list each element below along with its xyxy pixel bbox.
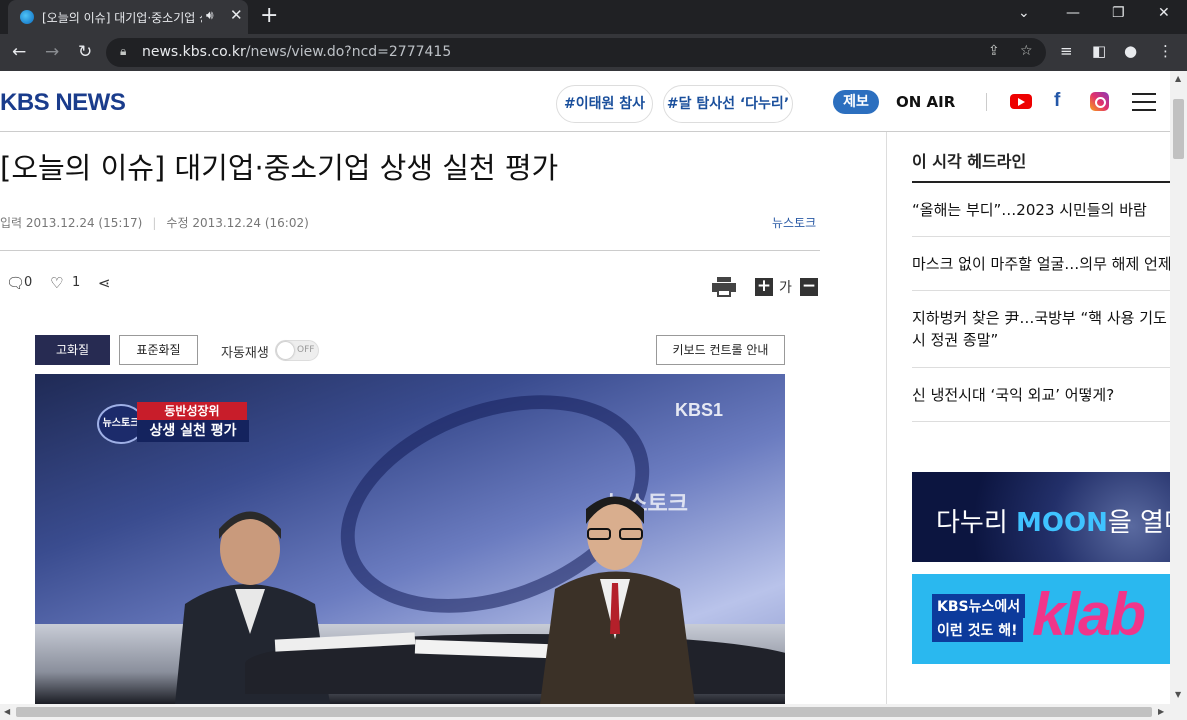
speaker-icon[interactable]: 🔊︎ (206, 8, 214, 23)
headline-divider (912, 421, 1170, 422)
hamburger-menu-icon[interactable] (1132, 93, 1156, 111)
headline-link[interactable]: 신 냉전시대 ‘국익 외교’ 어떻게? (912, 384, 1170, 406)
header-divider (986, 93, 987, 111)
youtube-icon[interactable] (1010, 94, 1032, 109)
new-tab-icon[interactable]: + (260, 3, 278, 28)
like-count[interactable]: 1 (72, 275, 80, 290)
video-caption: 뉴스토크 동반성장위 상생 실천 평가 (97, 402, 249, 444)
headline-divider (912, 290, 1170, 291)
back-arrow-icon[interactable]: ← (12, 42, 26, 62)
scroll-left-arrow-icon[interactable]: ◀ (4, 707, 10, 716)
scroll-right-arrow-icon[interactable]: ▶ (1158, 707, 1164, 716)
headline-top-rule (912, 181, 1170, 183)
print-icon[interactable] (712, 277, 736, 297)
tab-search-chevron-icon[interactable]: ⌄ (1018, 5, 1030, 21)
address-bar[interactable]: 🔒︎ news.kbs.co.kr/news/view.do?ncd=27774… (106, 38, 1046, 67)
minimize-icon[interactable]: — (1066, 5, 1080, 21)
page-content: KBS NEWS #이태원 참사 #달 탐사선 ‘다누리’ 제보 ON AIR … (0, 71, 1170, 704)
caption-top: 동반성장위 (137, 402, 247, 420)
comment-icon[interactable]: 🗨︎ (6, 274, 25, 292)
forward-arrow-icon[interactable]: → (45, 42, 59, 62)
more-menu-icon[interactable]: ⋮ (1158, 42, 1173, 60)
toggle-knob (277, 342, 294, 359)
tag-danuri[interactable]: #달 탐사선 ‘다누리’ (663, 85, 793, 123)
side-panel-icon[interactable]: ◧ (1092, 42, 1106, 60)
danuri-banner-text: 다누리 MOON을 열다 (936, 508, 1170, 538)
media-queue-icon[interactable]: ≡ (1060, 42, 1073, 60)
published-date: 입력 2013.12.24 (15:17) (0, 216, 143, 230)
report-button[interactable]: 제보 (833, 90, 879, 114)
header-divider-line (0, 131, 1170, 132)
lock-icon[interactable]: 🔒︎ (120, 44, 126, 59)
instagram-icon[interactable] (1090, 92, 1109, 111)
meta-divider (0, 250, 820, 251)
high-quality-button[interactable]: 고화질 (35, 335, 110, 365)
browser-toolbar: ← → ↻ 🔒︎ news.kbs.co.kr/news/view.do?ncd… (0, 34, 1187, 71)
font-decrease-button[interactable]: − (800, 278, 818, 296)
column-divider (886, 132, 887, 704)
restore-icon[interactable]: ❐ (1112, 5, 1125, 21)
autoplay-toggle[interactable]: OFF (275, 340, 319, 361)
share-icon[interactable]: ⋖ (98, 274, 111, 292)
klab-logo: klab (1032, 581, 1146, 648)
browser-tab-bar: [오늘의 이슈] 대기업·중소기업 상생 실천 평가 🔊︎ ✕ + ⌄ — ❐ … (0, 0, 1187, 34)
autoplay-state: OFF (297, 345, 315, 355)
article-headline: [오늘의 이슈] 대기업·중소기업 상생 실천 평가 (0, 151, 559, 185)
channel-logo: KBS1 (675, 400, 724, 420)
klab-banner-line1: KBS뉴스에서 (932, 594, 1026, 618)
font-size-label: 가 (779, 280, 792, 296)
kbs-favicon-icon (20, 10, 34, 24)
bookmark-star-icon[interactable]: ☆ (1020, 43, 1033, 59)
scroll-down-arrow-icon[interactable]: ▼ (1175, 690, 1181, 699)
comment-count[interactable]: 0 (24, 275, 32, 290)
horizontal-scroll-thumb[interactable] (16, 707, 1152, 717)
close-icon[interactable]: ✕ (230, 6, 243, 24)
facebook-icon[interactable]: f (1054, 90, 1060, 112)
profile-icon[interactable]: ● (1124, 42, 1137, 60)
headline-divider (912, 236, 1170, 237)
article-dates: 입력 2013.12.24 (15:17) | 수정 2013.12.24 (16:… (0, 216, 309, 230)
keyboard-guide-button[interactable]: 키보드 컨트롤 안내 (656, 335, 785, 365)
klab-banner[interactable]: KBS뉴스에서 이런 것도 해! klab (912, 574, 1170, 664)
url-text[interactable]: news.kbs.co.kr/news/view.do?ncd=2777415 (142, 44, 451, 60)
share-icon[interactable]: ⇪ (988, 43, 1000, 59)
scroll-up-arrow-icon[interactable]: ▲ (1175, 74, 1181, 83)
font-increase-button[interactable]: + (755, 278, 773, 296)
headline-link[interactable]: “올해는 부디”…2023 시민들의 바람 (912, 199, 1170, 221)
modified-date: 수정 2013.12.24 (16:02) (166, 216, 309, 230)
headline-divider (912, 367, 1170, 368)
vertical-scroll-thumb[interactable] (1173, 99, 1184, 159)
autoplay-label: 자동재생 (221, 346, 269, 361)
reload-icon[interactable]: ↻ (78, 42, 92, 62)
headline-section-title: 이 시각 헤드라인 (912, 152, 1027, 171)
anchor-figure (540, 496, 695, 704)
video-player[interactable]: 뉴스토크 KBS1 뉴스토크 동반성장위 상생 실천 평가 (35, 374, 785, 704)
headline-link[interactable]: 마스크 없이 마주할 얼굴…의무 해제 언제 (912, 253, 1170, 275)
kbs-news-logo[interactable]: KBS NEWS (0, 89, 126, 117)
danuri-banner[interactable]: 다누리 MOON을 열다 (912, 472, 1170, 562)
caption-bottom: 상생 실천 평가 (137, 420, 249, 442)
vertical-scrollbar[interactable]: ▲ ▼ (1170, 71, 1187, 704)
standard-quality-button[interactable]: 표준화질 (119, 335, 198, 365)
browser-tab[interactable]: [오늘의 이슈] 대기업·중소기업 상생 실천 평가 🔊︎ ✕ (8, 0, 248, 34)
window-close-icon[interactable]: ✕ (1158, 5, 1170, 21)
headline-link[interactable]: 지하벙커 찾은 尹…국방부 “핵 사용 기도 시 정권 종말” (912, 307, 1170, 351)
heart-icon[interactable]: ♡ (50, 274, 63, 292)
klab-banner-line2: 이런 것도 해! (932, 618, 1023, 642)
tab-title: [오늘의 이슈] 대기업·중소기업 상생 실천 평가 (42, 11, 202, 25)
tag-itaewon[interactable]: #이태원 참사 (556, 85, 653, 123)
onair-link[interactable]: ON AIR (896, 93, 955, 111)
program-category-link[interactable]: 뉴스토크 (772, 214, 816, 231)
horizontal-scrollbar[interactable]: ◀ ▶ (0, 704, 1187, 720)
